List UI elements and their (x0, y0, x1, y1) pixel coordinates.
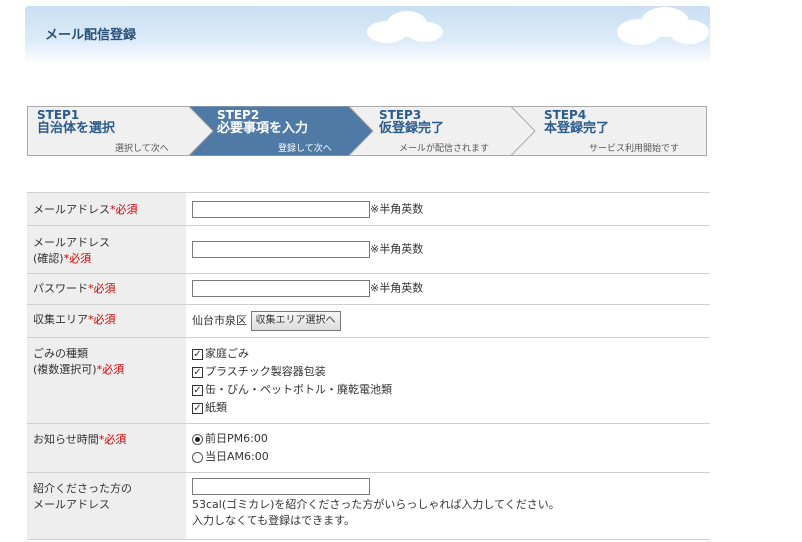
area-value-cell: 仙台市泉区 収集エリア選択へ (186, 304, 710, 338)
garbage-option-label: 缶・びん・ペットボトル・廃乾電池類 (205, 383, 392, 396)
step-1-sub: 選択して次へ (115, 144, 169, 154)
email-confirm-label-cell: メールアドレス (確認)*必須 (27, 225, 186, 274)
garbage-option-label: プラスチック製容器包装 (205, 365, 326, 378)
garbage-option-label: 家庭ごみ (205, 347, 249, 360)
email-input[interactable] (192, 201, 370, 218)
step-4: STEP4 本登録完了 (544, 108, 609, 136)
row-garbage-type: ごみの種類 (複数選択可)*必須 ✓ 家庭ごみ ✓ プラスチック製容器包装 ✓ 缶・び… (27, 337, 710, 424)
email-note: ※半角英数 (370, 202, 424, 216)
garbage-option-label: 紙類 (205, 401, 227, 414)
cloud-decoration (367, 11, 443, 43)
garbage-option[interactable]: ✓ 紙類 (192, 399, 704, 417)
notify-option[interactable]: 前日PM6:00 (192, 430, 704, 448)
password-note: ※半角英数 (370, 281, 424, 295)
area-label: 収集エリア (33, 313, 88, 326)
notify-label-cell: お知らせ時間*必須 (27, 423, 186, 473)
row-referrer: 紹介くださった方の メールアドレス 53cal(ゴミカレ)を紹介くださった方がい… (27, 472, 710, 540)
email-confirm-label: メールアドレス (33, 236, 110, 249)
garbage-option[interactable]: ✓ プラスチック製容器包装 (192, 363, 704, 381)
notify-option[interactable]: 当日AM6:00 (192, 448, 704, 466)
email-confirm-value-cell: ※半角英数 (186, 225, 710, 274)
step-2: STEP2 必要事項を入力 (217, 108, 308, 136)
page-title: メール配信登録 (45, 28, 137, 43)
step-3-number: STEP3 (379, 108, 422, 122)
step-1-number: STEP1 (37, 108, 80, 122)
radio-unselected-icon[interactable] (192, 451, 203, 463)
row-notify-time: お知らせ時間*必須 前日PM6:00 当日AM6:00 (27, 423, 710, 473)
required-mark: *必須 (88, 282, 116, 295)
registration-form: メールアドレス*必須 ※半角英数 メールアドレス (確認)*必須 ※半角英数 パ… (27, 192, 710, 540)
referrer-label-sub: メールアドレス (33, 498, 110, 511)
notify-value-cell: 前日PM6:00 当日AM6:00 (186, 423, 710, 473)
email-value-cell: ※半角英数 (186, 192, 710, 226)
step-4-number: STEP4 (544, 108, 587, 122)
referrer-help-note: 入力しなくても登録はできます。 (192, 514, 356, 527)
step-2-sub: 登録して次へ (278, 144, 332, 154)
password-label-cell: パスワード*必須 (27, 273, 186, 305)
required-mark: *必須 (96, 363, 125, 376)
garbage-option[interactable]: ✓ 家庭ごみ (192, 345, 704, 363)
page-header: メール配信登録 (25, 6, 710, 64)
referrer-label-cell: 紹介くださった方の メールアドレス (27, 472, 186, 540)
referrer-email-input[interactable] (192, 478, 370, 495)
step-3-title: 仮登録完了 (379, 121, 445, 136)
cloud-decoration (617, 7, 709, 45)
password-value-cell: ※半角英数 (186, 273, 710, 305)
area-label-cell: 収集エリア*必須 (27, 304, 186, 338)
checkbox-checked-icon[interactable]: ✓ (192, 384, 203, 396)
referrer-label: 紹介くださった方の (33, 482, 132, 495)
step-3: STEP3 仮登録完了 (379, 108, 444, 136)
garbage-option[interactable]: ✓ 缶・びん・ペットボトル・廃乾電池類 (192, 381, 704, 399)
registration-steps: STEP1 自治体を選択 選択して次へ STEP2 必要事項を入力 登録して次へ… (27, 106, 707, 156)
email-label: メールアドレス (33, 203, 110, 216)
checkbox-checked-icon[interactable]: ✓ (192, 348, 203, 360)
notify-option-label: 当日AM6:00 (205, 450, 269, 463)
notify-option-label: 前日PM6:00 (205, 432, 268, 445)
area-value: 仙台市泉区 (192, 314, 247, 327)
email-confirm-label-sub: (確認) (33, 252, 64, 265)
step-4-title: 本登録完了 (544, 121, 610, 136)
garbage-label-sub: (複数選択可) (33, 363, 97, 376)
checkbox-checked-icon[interactable]: ✓ (192, 402, 203, 414)
radio-selected-icon[interactable] (192, 433, 203, 445)
email-confirm-note: ※半角英数 (370, 242, 424, 256)
garbage-value-cell: ✓ 家庭ごみ ✓ プラスチック製容器包装 ✓ 缶・びん・ペットボトル・廃乾電池類 ✓ 紙… (186, 337, 710, 424)
referrer-value-cell: 53cal(ゴミカレ)を紹介くださった方がいらっしゃれば入力してください。 入力… (186, 472, 710, 540)
row-email-confirm: メールアドレス (確認)*必須 ※半角英数 (27, 225, 710, 274)
required-mark: *必須 (88, 313, 116, 326)
row-password: パスワード*必須 ※半角英数 (27, 273, 710, 305)
row-area: 収集エリア*必須 仙台市泉区 収集エリア選択へ (27, 304, 710, 338)
email-confirm-input[interactable] (192, 241, 370, 258)
row-email: メールアドレス*必須 ※半角英数 (27, 192, 710, 226)
checkbox-checked-icon[interactable]: ✓ (192, 366, 203, 378)
password-label: パスワード (33, 282, 88, 295)
step-2-number: STEP2 (217, 108, 260, 122)
select-area-button[interactable]: 収集エリア選択へ (250, 311, 341, 331)
step-1-title: 自治体を選択 (37, 121, 116, 136)
notify-label: お知らせ時間 (33, 433, 99, 446)
password-input[interactable] (192, 280, 370, 297)
step-4-sub: サービス利用開始です (589, 144, 680, 154)
referrer-help: 53cal(ゴミカレ)を紹介くださった方がいらっしゃれば入力してください。 (192, 498, 560, 511)
required-mark: *必須 (110, 203, 138, 216)
garbage-label-cell: ごみの種類 (複数選択可)*必須 (27, 337, 186, 424)
email-label-cell: メールアドレス*必須 (27, 192, 186, 226)
garbage-label: ごみの種類 (33, 347, 88, 360)
step-2-title: 必要事項を入力 (217, 121, 309, 136)
required-mark: *必須 (63, 252, 92, 265)
required-mark: *必須 (98, 433, 127, 446)
step-3-sub: メールが配信されます (399, 144, 490, 154)
step-1: STEP1 自治体を選択 (37, 108, 115, 136)
